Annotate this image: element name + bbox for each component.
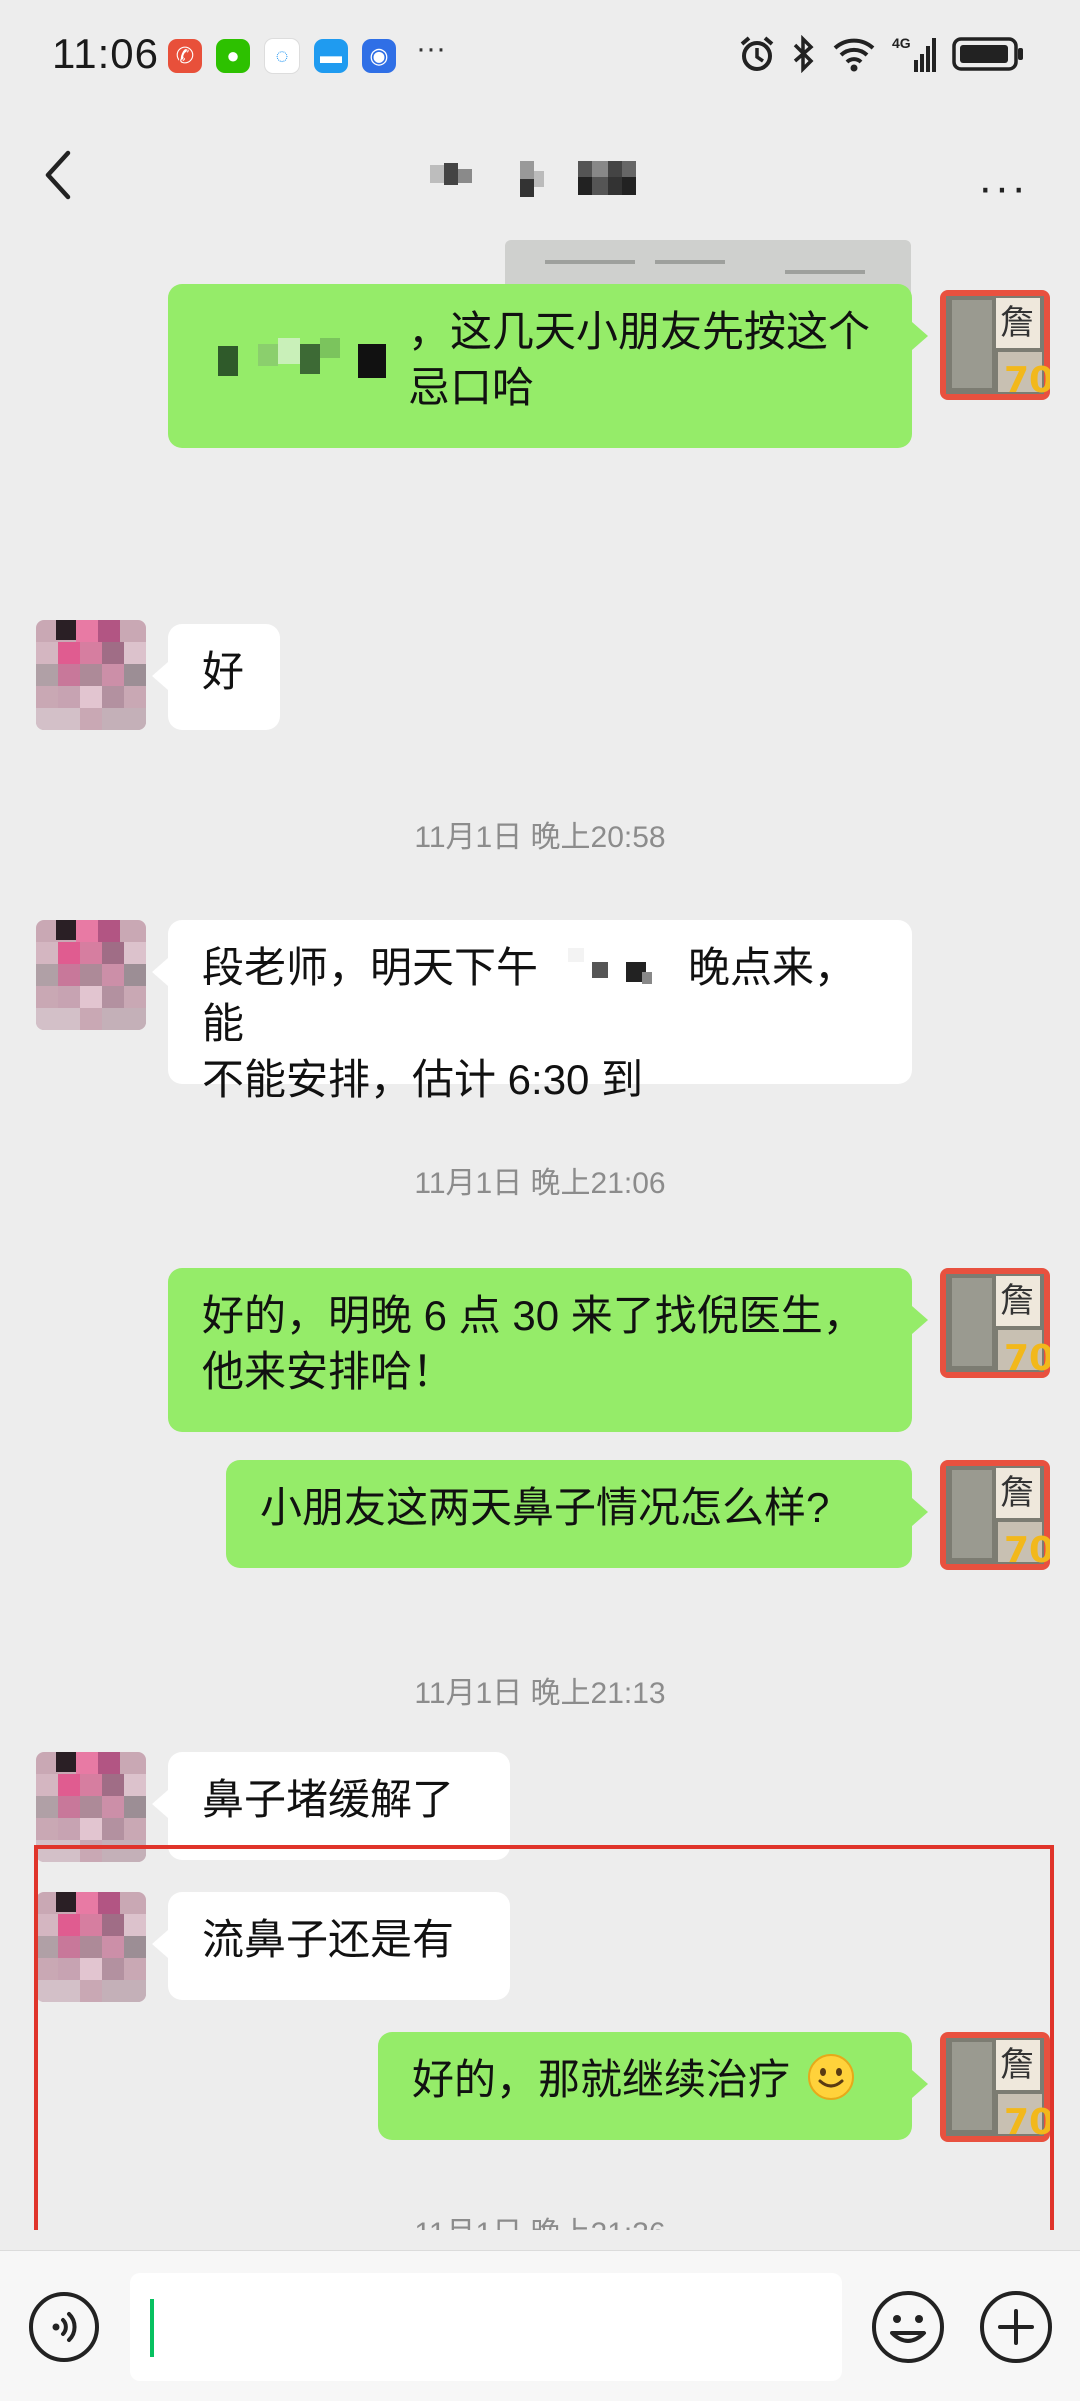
- message-input[interactable]: [130, 2273, 842, 2381]
- message-row: 鼻子堵缓解了: [0, 1752, 1080, 1872]
- redacted-name-mosaic: [568, 948, 652, 984]
- message-text: 好: [202, 648, 245, 695]
- message-row: 流鼻子还是有: [0, 1892, 1080, 2012]
- plus-icon: [980, 2291, 1052, 2363]
- message-row: 好的，明晚 6 点 30 来了找倪医生， 他来安排哈！ 詹 70: [0, 1268, 1080, 1438]
- signal-4g-icon: 4G: [892, 34, 936, 74]
- contact-avatar[interactable]: [36, 920, 146, 1030]
- emoji-icon: [872, 2291, 944, 2363]
- message-text: ，这几天小朋友先按这个忌口哈: [408, 308, 871, 411]
- timestamp: 11月1日 晚上21:13: [414, 1677, 666, 1710]
- message-row: 好: [0, 620, 1080, 740]
- redacted-title-mosaic: [430, 161, 636, 198]
- self-avatar[interactable]: 詹 70: [940, 290, 1050, 400]
- timestamp: 11月1日 晚上21:36: [0, 2208, 1080, 2230]
- message-text: 好的，那就继续治疗: [412, 2056, 791, 2103]
- self-avatar[interactable]: 詹 70: [940, 2032, 1050, 2142]
- voice-icon: [29, 2292, 99, 2362]
- message-row: 段老师，明天下午 晚点来，能 不能安排，估计 6:30 到: [0, 920, 1080, 1103]
- more-options-button[interactable]: ···: [978, 163, 1028, 213]
- message-text: 小朋友这两天鼻子情况怎么样?: [260, 1484, 830, 1531]
- notification-icons: ✆ ● ◌ ▬ ◉ ···: [168, 32, 446, 74]
- message-row: 好的，那就继续治疗 詹 70: [0, 2032, 1080, 2152]
- chat-title: [0, 155, 1080, 201]
- svg-text:詹: 詹: [1000, 303, 1034, 343]
- incoming-message-bubble[interactable]: 段老师，明天下午 晚点来，能 不能安排，估计 6:30 到: [152, 920, 912, 1103]
- smile-emoji-icon: [807, 2054, 854, 2100]
- incoming-message-bubble[interactable]: 鼻子堵缓解了: [152, 1752, 510, 1860]
- contact-avatar[interactable]: [36, 620, 146, 730]
- battery-icon: [952, 34, 1024, 74]
- status-time: 11:06: [52, 30, 159, 77]
- message-list[interactable]: ，这几天小朋友先按这个忌口哈 詹 70 好 11月1日 晚上20:58 段老师，明…: [0, 240, 1080, 2230]
- message-row: ，这几天小朋友先按这个忌口哈 詹 70: [0, 280, 1080, 450]
- outgoing-message-bubble[interactable]: 小朋友这两天鼻子情况怎么样?: [226, 1460, 928, 1568]
- plus-button[interactable]: [978, 2289, 1054, 2365]
- message-row: 小朋友这两天鼻子情况怎么样? 詹 70: [0, 1460, 1080, 1580]
- contact-avatar[interactable]: [36, 1892, 146, 2002]
- wechat-icon: ●: [216, 39, 250, 73]
- incoming-message-bubble[interactable]: 好: [152, 624, 280, 730]
- status-bar: 11:06 ✆ ● ◌ ▬ ◉ ··· 4G: [0, 0, 1080, 115]
- input-bar: [0, 2250, 1080, 2401]
- app-icon: ◉: [362, 39, 396, 73]
- incoming-message-bubble[interactable]: 流鼻子还是有: [152, 1892, 510, 2000]
- alarm-icon: [738, 34, 776, 74]
- bluetooth-icon: [792, 34, 816, 74]
- message-text: 流鼻子还是有: [202, 1916, 455, 1963]
- contact-avatar[interactable]: [36, 1752, 146, 1862]
- status-indicators: 4G: [738, 34, 1024, 74]
- voice-button[interactable]: [28, 2291, 100, 2363]
- svg-text:詹: 詹: [1000, 2045, 1034, 2085]
- missed-call-icon: ✆: [168, 39, 202, 73]
- svg-text:70: 70: [1004, 1530, 1050, 1570]
- message-line: 他来安排哈！: [202, 1348, 455, 1395]
- more-notifications-icon: ···: [416, 32, 446, 65]
- timestamp: 11月1日 晚上21:06: [414, 1167, 666, 1200]
- svg-text:70: 70: [1004, 2102, 1050, 2142]
- message-text: 鼻子堵缓解了: [202, 1776, 455, 1823]
- outgoing-message-bubble[interactable]: 好的，那就继续治疗: [378, 2032, 928, 2140]
- self-avatar[interactable]: 詹 70: [940, 1460, 1050, 1570]
- timestamp: 11月1日 晚上20:58: [414, 821, 666, 854]
- svg-text:70: 70: [1004, 1338, 1050, 1378]
- outgoing-message-bubble[interactable]: 好的，明晚 6 点 30 来了找倪医生， 他来安排哈！: [168, 1268, 928, 1432]
- svg-text:詹: 詹: [1000, 1281, 1034, 1321]
- svg-text:4G: 4G: [892, 35, 911, 51]
- chat-header: ···: [0, 115, 1080, 240]
- svg-text:70: 70: [1004, 360, 1050, 400]
- message-icon: ▬: [314, 39, 348, 73]
- redacted-name-mosaic: [218, 338, 386, 378]
- text-cursor: [150, 2299, 154, 2357]
- emoji-button[interactable]: [870, 2289, 946, 2365]
- svg-text:詹: 詹: [1000, 1473, 1034, 1513]
- message-line: 不能安排，估计 6:30 到: [202, 1056, 644, 1103]
- message-line: 好的，明晚 6 点 30 来了找倪医生，: [202, 1292, 865, 1339]
- message-line: 段老师，明天下午 晚点来，能: [202, 944, 857, 1047]
- outgoing-message-bubble[interactable]: ，这几天小朋友先按这个忌口哈: [168, 284, 928, 448]
- self-avatar[interactable]: 詹 70: [940, 1268, 1050, 1378]
- chat-bubble-icon: ◌: [264, 38, 300, 74]
- wifi-icon: [832, 34, 876, 74]
